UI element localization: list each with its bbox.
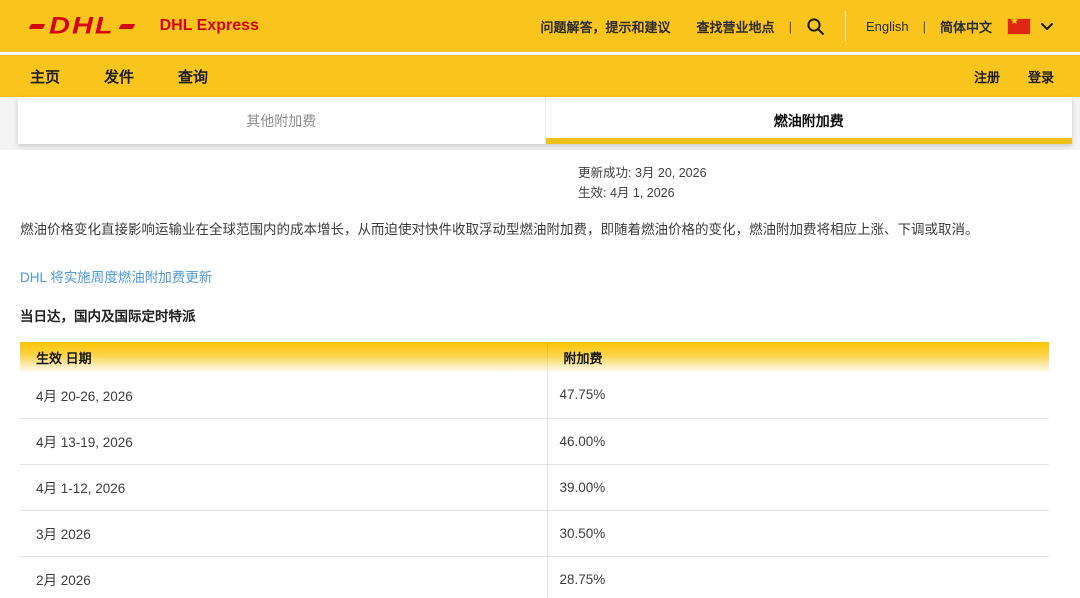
tab-label: 其他附加费 bbox=[246, 112, 317, 129]
weekly-update-link[interactable]: DHL 将实施周度燃油附加费更新 bbox=[20, 266, 1060, 286]
date-cell: 4月 20-26, 2026 bbox=[20, 372, 548, 419]
update-success-text: 更新成功: 3月 20, 2026 bbox=[578, 166, 707, 180]
surcharge-cell: 30.50% bbox=[547, 510, 1049, 557]
vertical-divider bbox=[844, 11, 846, 41]
chevron-down-icon[interactable] bbox=[1040, 22, 1054, 31]
divider: | bbox=[922, 18, 926, 34]
top-header-bar: DHL DHL Express 问题解答，提示和建议 查找营业地点 | Engl… bbox=[0, 0, 1080, 52]
surcharge-cell: 28.75% bbox=[547, 556, 1049, 598]
faq-link[interactable]: 问题解答，提示和建议 bbox=[541, 17, 671, 36]
main-content: 更新成功: 3月 20, 2026 生效: 4月 1, 2026 燃油价格变化直… bbox=[0, 163, 1080, 598]
surcharge-cell: 46.00% bbox=[547, 418, 1049, 465]
nav-auth-links: 注册 登录 bbox=[946, 67, 1054, 86]
dhl-logo-text: DHL bbox=[49, 12, 115, 39]
nav-item-home[interactable]: 主页 bbox=[30, 66, 60, 87]
divider: | bbox=[788, 18, 792, 34]
surcharge-cell: 47.75% bbox=[547, 372, 1049, 419]
nav-item-ship[interactable]: 发件 bbox=[104, 66, 134, 87]
service-section-heading: 当日达，国内及国际定时特派 bbox=[20, 309, 196, 324]
column-header-effective-date: 生效 日期 bbox=[20, 342, 548, 372]
register-link[interactable]: 注册 bbox=[974, 67, 1000, 86]
flag-star: ★ bbox=[1010, 15, 1019, 27]
active-tab-underline bbox=[545, 138, 1072, 144]
column-header-surcharge: 附加费 bbox=[547, 342, 1049, 372]
table-row: 4月 20-26, 2026 47.75% bbox=[20, 372, 1049, 419]
surcharge-cell: 39.00% bbox=[547, 464, 1049, 511]
tab-band: 其他附加费 燃油附加费 bbox=[0, 97, 1080, 150]
fuel-surcharge-description: 燃油价格变化直接影响运输业在全球范围内的成本增长，从而迫使对快件收取浮动型燃油附… bbox=[20, 222, 979, 237]
date-cell: 4月 13-19, 2026 bbox=[20, 418, 548, 465]
tab-other-surcharges[interactable]: 其他附加费 bbox=[18, 97, 545, 144]
fuel-surcharge-table: 生效 日期 附加费 4月 20-26, 2026 47.75% 4月 13-19… bbox=[20, 342, 1049, 598]
table-row: 4月 13-19, 2026 46.00% bbox=[20, 418, 1049, 465]
date-cell: 3月 2026 bbox=[20, 510, 548, 557]
main-nav-bar: 主页 发件 查询 注册 登录 bbox=[0, 55, 1080, 97]
tab-label: 燃油附加费 bbox=[773, 112, 844, 129]
dhl-logo-stripe bbox=[28, 23, 46, 29]
brand-name: DHL Express bbox=[159, 17, 259, 34]
table-row: 3月 2026 30.50% bbox=[20, 510, 1049, 557]
language-chinese[interactable]: 简体中文 bbox=[940, 17, 992, 36]
tab-fuel-surcharge[interactable]: 燃油附加费 bbox=[544, 97, 1072, 144]
update-status-block: 更新成功: 3月 20, 2026 生效: 4月 1, 2026 bbox=[578, 163, 1060, 203]
dhl-logo[interactable]: DHL bbox=[28, 12, 135, 41]
effective-date-text: 生效: 4月 1, 2026 bbox=[578, 186, 675, 200]
language-english[interactable]: English bbox=[866, 19, 909, 34]
date-cell: 2月 2026 bbox=[20, 556, 548, 598]
surcharge-tabs: 其他附加费 燃油附加费 bbox=[18, 97, 1072, 144]
search-icon[interactable] bbox=[806, 17, 825, 36]
table-row: 4月 1-12, 2026 39.00% bbox=[20, 464, 1049, 511]
date-cell: 4月 1-12, 2026 bbox=[20, 464, 548, 511]
china-flag-icon[interactable]: ★ bbox=[1008, 15, 1030, 34]
table-header-row: 生效 日期 附加费 bbox=[20, 342, 1049, 372]
topbar-utility-nav: 问题解答，提示和建议 查找营业地点 | English | 简体中文 ★ bbox=[541, 11, 1054, 41]
login-link[interactable]: 登录 bbox=[1028, 67, 1054, 86]
table-row: 2月 2026 28.75% bbox=[20, 556, 1049, 598]
nav-item-track[interactable]: 查询 bbox=[178, 66, 208, 87]
locations-link[interactable]: 查找营业地点 bbox=[697, 17, 775, 36]
dhl-logo-stripe bbox=[118, 23, 135, 29]
